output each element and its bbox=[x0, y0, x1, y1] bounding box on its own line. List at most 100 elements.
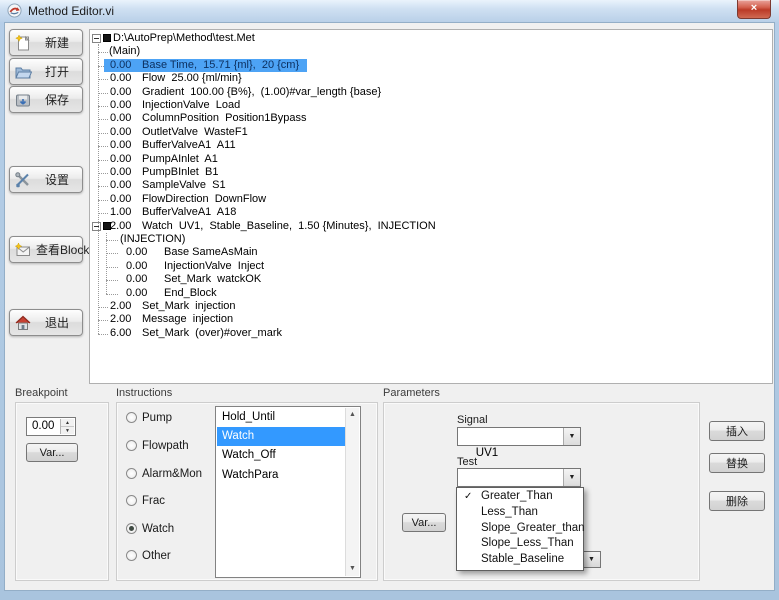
radio-other[interactable]: Other bbox=[126, 549, 171, 562]
instruction-list-item[interactable]: Watch_Off bbox=[217, 446, 345, 465]
tree-row[interactable]: 0.00Gradient 100.00 {B%}, (1.00)#var_len… bbox=[92, 86, 770, 99]
dropdown-menu-item[interactable]: Slope_Less_Than bbox=[457, 536, 583, 552]
tree-row-time: 6.00 bbox=[110, 327, 142, 340]
radio-button-icon[interactable] bbox=[126, 523, 137, 534]
sidebar-button-view-block[interactable]: 查看Block bbox=[9, 236, 83, 263]
tree-row-content[interactable]: 0.00Flow 25.00 {ml/min} bbox=[104, 72, 250, 85]
dropdown-menu-item[interactable]: ✓Greater_Than bbox=[457, 489, 583, 505]
tree-root-row[interactable]: D:\AutoPrep\Method\test.Met bbox=[92, 32, 770, 45]
tree-row-content[interactable]: 0.00InjectionValve Inject bbox=[120, 260, 272, 273]
radio-button-icon[interactable] bbox=[126, 550, 137, 561]
tree-row[interactable]: 0.00PumpAInlet A1 bbox=[92, 153, 770, 166]
tree-row[interactable]: 6.00Set_Mark (over)#over_mark bbox=[92, 327, 770, 340]
tree-row[interactable]: 0.00End_Block bbox=[92, 287, 770, 300]
tree-row[interactable]: 0.00SampleValve S1 bbox=[92, 179, 770, 192]
tree-row-text: Watch UV1, Stable_Baseline, 1.50 {Minute… bbox=[142, 220, 436, 232]
tree-row-content[interactable]: 0.00InjectionValve Load bbox=[104, 99, 248, 112]
tree-row-content[interactable]: 0.00End_Block bbox=[120, 287, 225, 300]
tree-row[interactable]: 0.00FlowDirection DownFlow bbox=[92, 193, 770, 206]
radio-flowpath[interactable]: Flowpath bbox=[126, 439, 189, 452]
dropdown-menu-item[interactable]: Stable_Baseline bbox=[457, 552, 583, 568]
radio-pump[interactable]: Pump bbox=[126, 411, 172, 424]
tree-row[interactable]: 0.00InjectionValve Load bbox=[92, 99, 770, 112]
replace-button[interactable]: 替换 bbox=[709, 453, 765, 473]
tree-row-content[interactable]: 0.00Gradient 100.00 {B%}, (1.00)#var_len… bbox=[104, 86, 389, 99]
app-icon bbox=[7, 3, 22, 18]
tree-row-content[interactable]: 0.00ColumnPosition Position1Bypass bbox=[104, 112, 314, 125]
dropdown-menu-item[interactable]: Less_Than bbox=[457, 505, 583, 521]
tree-row[interactable]: 0.00Set_Mark watckOK bbox=[92, 273, 770, 286]
tree-row[interactable]: 0.00ColumnPosition Position1Bypass bbox=[92, 112, 770, 125]
instruction-list-item[interactable]: Watch bbox=[217, 427, 345, 446]
tree-row-time: 0.00 bbox=[126, 246, 164, 259]
breakpoint-var-button[interactable]: Var... bbox=[26, 443, 78, 462]
tree-row[interactable]: 0.00Flow 25.00 {ml/min} bbox=[92, 72, 770, 85]
tree-row[interactable]: (INJECTION) bbox=[92, 233, 770, 246]
instruction-listbox[interactable]: Hold_UntilWatchWatch_OffWatchPara ▲ ▼ bbox=[215, 406, 361, 578]
expand-collapse-icon[interactable] bbox=[92, 34, 101, 43]
listbox-scrollbar[interactable]: ▲ ▼ bbox=[345, 408, 359, 576]
tree-row-content[interactable]: 0.00PumpBInlet B1 bbox=[104, 166, 226, 179]
spinner-down-icon[interactable]: ▼ bbox=[61, 426, 74, 435]
signal-select[interactable]: UV1 ▼ bbox=[457, 427, 581, 446]
insert-button[interactable]: 插入 bbox=[709, 421, 765, 441]
tree-row-content-selected[interactable]: 0.00Base Time, 15.71 {ml}, 20 {cm} bbox=[104, 59, 307, 72]
combo-arrow-icon[interactable]: ▼ bbox=[563, 469, 580, 486]
scrollbar-up-icon[interactable]: ▲ bbox=[346, 408, 359, 422]
tree-row-content[interactable]: 2.00Watch UV1, Stable_Baseline, 1.50 {Mi… bbox=[104, 220, 444, 233]
radio-button-icon[interactable] bbox=[126, 495, 137, 506]
delete-button[interactable]: 删除 bbox=[709, 491, 765, 511]
tree-row-content[interactable]: 6.00Set_Mark (over)#over_mark bbox=[104, 327, 290, 340]
sidebar-button-new[interactable]: 新建 bbox=[9, 29, 83, 56]
tree-row-content[interactable]: 0.00FlowDirection DownFlow bbox=[104, 193, 274, 206]
tree-row-text: Set_Mark watckOK bbox=[164, 273, 261, 285]
tree-row-content[interactable]: (Main) bbox=[103, 45, 148, 58]
close-button[interactable]: × bbox=[737, 0, 771, 19]
tree-row-content[interactable]: 0.00Base SameAsMain bbox=[120, 246, 266, 259]
tree-row-content[interactable]: 2.00Message injection bbox=[104, 313, 241, 326]
test-select[interactable]: Greater_Than ▼ bbox=[457, 468, 581, 487]
tree-row[interactable]: 0.00PumpBInlet B1 bbox=[92, 166, 770, 179]
tree-row-content[interactable]: 2.00Set_Mark injection bbox=[104, 300, 244, 313]
tree-row[interactable]: 0.00BufferValveA1 A11 bbox=[92, 139, 770, 152]
radio-frac[interactable]: Frac bbox=[126, 494, 165, 507]
combo-arrow-icon[interactable]: ▼ bbox=[563, 428, 580, 445]
scrollbar-down-icon[interactable]: ▼ bbox=[346, 562, 359, 576]
radio-alarm-mon[interactable]: Alarm&Mon bbox=[126, 467, 202, 480]
instruction-list-item[interactable]: Hold_Until bbox=[217, 408, 345, 427]
method-tree[interactable]: D:\AutoPrep\Method\test.Met(Main)0.00Bas… bbox=[89, 29, 773, 384]
tree-row-content[interactable]: 0.00Set_Mark watckOK bbox=[120, 273, 269, 286]
parameters-var-button[interactable]: Var... bbox=[402, 513, 446, 532]
tree-row[interactable]: 1.00BufferValveA1 A18 bbox=[92, 206, 770, 219]
tree-row-content[interactable]: 1.00BufferValveA1 A18 bbox=[104, 206, 244, 219]
sidebar-button-save[interactable]: 保存 bbox=[9, 86, 83, 113]
tree-row[interactable]: 0.00InjectionValve Inject bbox=[92, 260, 770, 273]
tree-row-content[interactable]: (INJECTION) bbox=[114, 233, 193, 246]
tree-row-content[interactable]: 0.00SampleValve S1 bbox=[104, 179, 234, 192]
instruction-list-item[interactable]: WatchPara bbox=[217, 466, 345, 485]
tree-row-content[interactable]: 0.00BufferValveA1 A11 bbox=[104, 139, 244, 152]
test-dropdown-menu[interactable]: ✓Greater_ThanLess_ThanSlope_Greater_than… bbox=[456, 487, 584, 571]
tree-row[interactable]: 2.00Set_Mark injection bbox=[92, 300, 770, 313]
dropdown-menu-item[interactable]: Slope_Greater_than bbox=[457, 521, 583, 537]
tree-row[interactable]: 2.00Watch UV1, Stable_Baseline, 1.50 {Mi… bbox=[92, 220, 770, 233]
tree-row[interactable]: (Main) bbox=[92, 45, 770, 58]
tree-row[interactable]: 0.00Base SameAsMain bbox=[92, 246, 770, 259]
tools-icon bbox=[14, 171, 32, 189]
tree-row-content[interactable]: 0.00OutletValve WasteF1 bbox=[104, 126, 256, 139]
sidebar-button-exit[interactable]: 退出 bbox=[9, 309, 83, 336]
radio-watch[interactable]: Watch bbox=[126, 522, 174, 535]
radio-button-icon[interactable] bbox=[126, 412, 137, 423]
breakpoint-value-input[interactable]: 0.00 ▲ ▼ bbox=[26, 417, 76, 436]
tree-row[interactable]: 2.00Message injection bbox=[92, 313, 770, 326]
radio-button-icon[interactable] bbox=[126, 468, 137, 479]
expand-collapse-icon[interactable] bbox=[92, 222, 101, 231]
radio-button-icon[interactable] bbox=[126, 440, 137, 451]
sidebar-button-open[interactable]: 打开 bbox=[9, 58, 83, 85]
tree-row-content[interactable]: 0.00PumpAInlet A1 bbox=[104, 153, 226, 166]
hidden-combo-arrow-icon[interactable]: ▼ bbox=[582, 551, 601, 568]
tree-row-text: ColumnPosition Position1Bypass bbox=[142, 112, 306, 124]
tree-row[interactable]: 0.00Base Time, 15.71 {ml}, 20 {cm} bbox=[92, 59, 770, 72]
sidebar-button-settings[interactable]: 设置 bbox=[9, 166, 83, 193]
tree-row[interactable]: 0.00OutletValve WasteF1 bbox=[92, 126, 770, 139]
